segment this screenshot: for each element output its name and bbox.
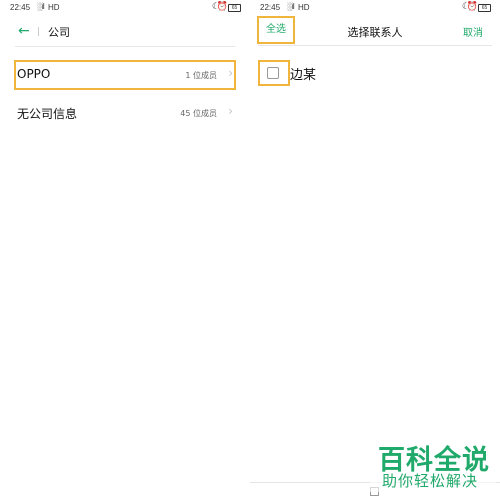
- company-name: 无公司信息: [17, 107, 78, 121]
- company-row-none[interactable]: 无公司信息 45 位成员 ›: [15, 99, 235, 127]
- member-count: 45 位成员: [180, 109, 217, 118]
- status-time: 22:45: [10, 3, 31, 12]
- signal-icon: ░ıl: [37, 2, 45, 11]
- alarm-icon: ⏰: [216, 1, 228, 11]
- alarm-icon: ⏰: [466, 1, 478, 11]
- battery-icon: 65: [228, 4, 241, 12]
- cancel-button[interactable]: 取消: [463, 24, 483, 39]
- status-bar: 22:45 ░ıl HD ☾ ⏰ 65: [250, 0, 500, 16]
- contact-name[interactable]: 边某: [290, 64, 316, 83]
- watermark: 百科全说 助你轻松解决: [370, 438, 496, 492]
- company-list-screen: 22:45 ░ıl HD ☾ ⏰ 65 ← 公司 OPPO 1 位成员 › 无公…: [0, 0, 250, 500]
- header-divider: [258, 45, 492, 46]
- chevron-right-icon: ›: [228, 66, 233, 80]
- header-divider: [15, 46, 235, 47]
- watermark-subtitle: 助你轻松解决: [382, 472, 479, 490]
- nav-divider: [38, 27, 39, 36]
- select-contact-screen: 22:45 ░ıl HD ☾ ⏰ 65 全选 选择联系人 取消 边某: [250, 0, 500, 500]
- page-title: 公司: [48, 26, 70, 39]
- company-name: OPPO: [17, 67, 51, 81]
- signal-icon: ░ıl: [287, 2, 295, 11]
- member-count: 1 位成员: [185, 71, 217, 80]
- battery-icon: 65: [478, 4, 491, 12]
- status-bar: 22:45 ░ıl HD ☾ ⏰ 65: [0, 0, 250, 16]
- contact-checkbox[interactable]: [267, 67, 279, 79]
- back-arrow-icon[interactable]: ←: [18, 23, 30, 39]
- company-row-oppo[interactable]: OPPO 1 位成员 ›: [14, 60, 236, 90]
- contact-checkbox-wrapper[interactable]: [258, 60, 290, 86]
- network-label: HD: [298, 3, 310, 12]
- network-label: HD: [48, 3, 60, 12]
- chevron-right-icon: ›: [228, 104, 233, 118]
- status-time: 22:45: [260, 3, 281, 12]
